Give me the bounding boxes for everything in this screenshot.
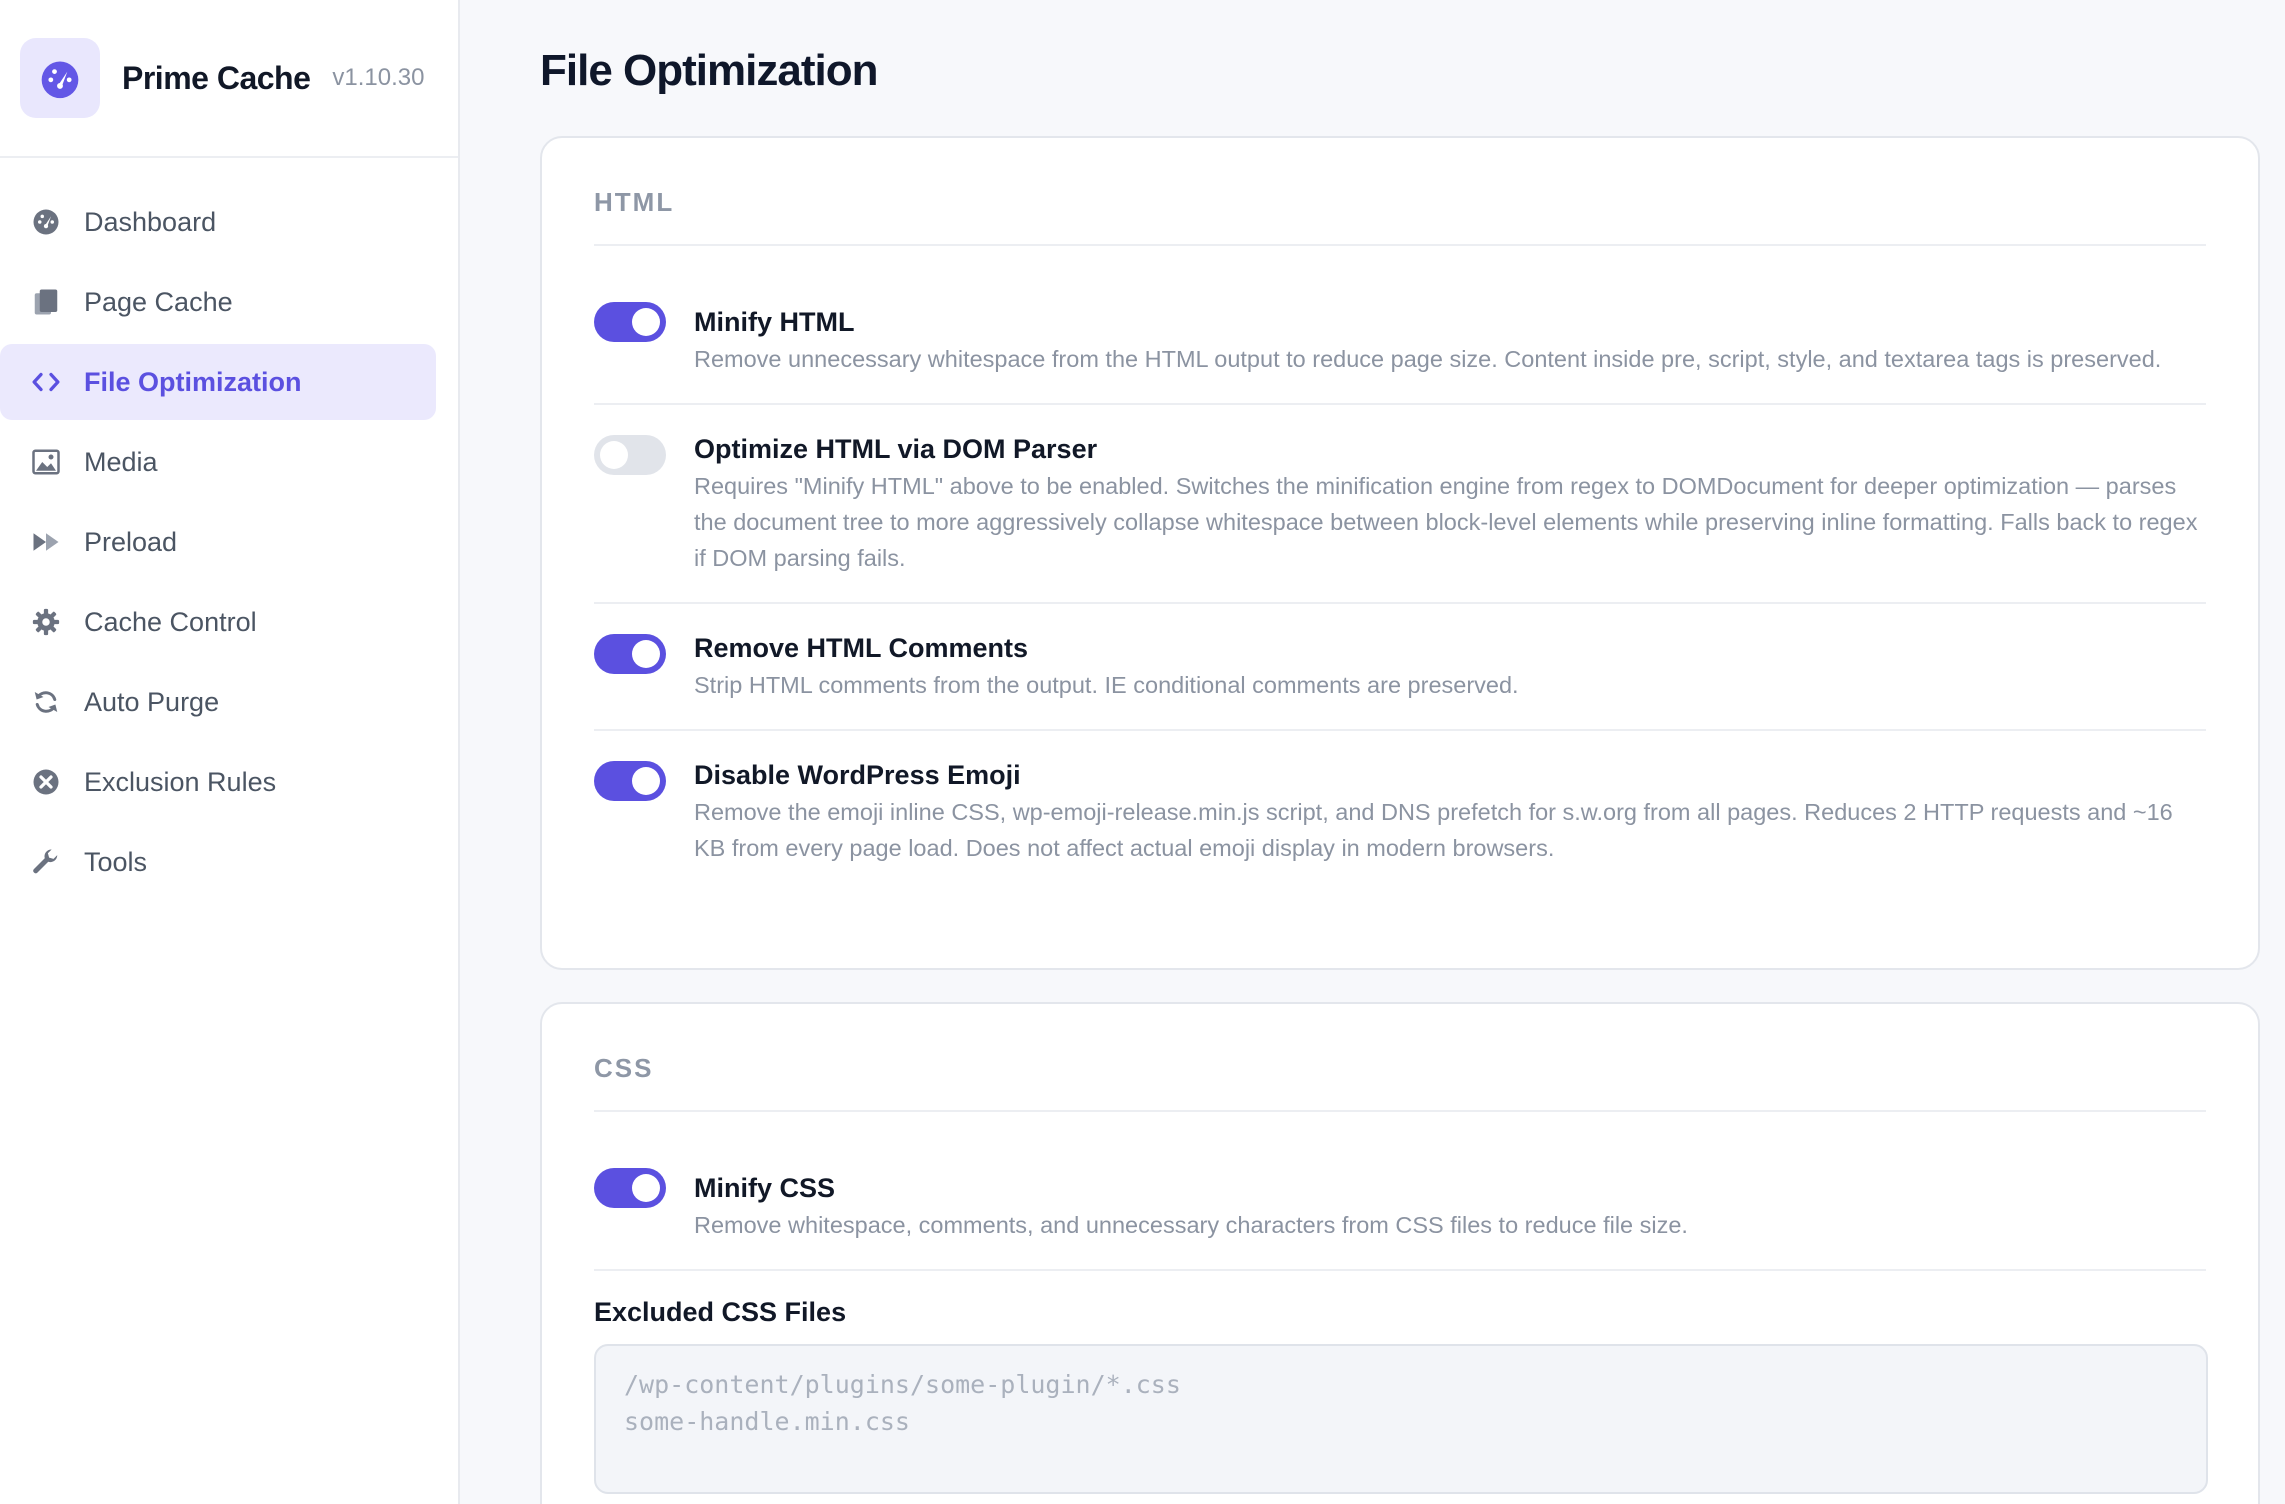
section-heading: HTML	[594, 138, 2206, 246]
sidebar-item-cache-control[interactable]: Cache Control	[0, 584, 436, 660]
sidebar-item-label: Dashboard	[84, 206, 217, 237]
setting-remove-comments: Remove HTML Comments Strip HTML comments…	[594, 604, 2206, 731]
sidebar-item-preload[interactable]: Preload	[0, 504, 436, 580]
setting-title: Minify CSS	[694, 1173, 836, 1203]
setting-title: Disable WordPress Emoji	[694, 760, 1021, 790]
sidebar: Prime Cache v1.10.30 Dashboard Page Cach…	[0, 0, 460, 1504]
sidebar-item-media[interactable]: Media	[0, 424, 436, 500]
minify-css-toggle[interactable]	[594, 1168, 666, 1208]
sidebar-item-auto-purge[interactable]: Auto Purge	[0, 664, 436, 740]
setting-minify-html: Minify HTML Remove unnecessary whitespac…	[594, 246, 2206, 405]
setting-dom-parser: Optimize HTML via DOM Parser Requires "M…	[594, 405, 2206, 604]
dom-parser-toggle[interactable]	[594, 435, 666, 475]
gauge-icon[interactable]	[20, 38, 100, 118]
main-content: File Optimization HTML Minify HTML Remov…	[540, 0, 2260, 1504]
sidebar-nav: Dashboard Page Cache File Optimization M…	[0, 158, 458, 900]
image-icon	[30, 446, 62, 478]
setting-title: Remove HTML Comments	[694, 633, 1029, 663]
minify-html-toggle[interactable]	[594, 302, 666, 342]
code-icon	[30, 366, 62, 398]
sidebar-item-label: File Optimization	[84, 366, 302, 397]
setting-description: Remove whitespace, comments, and unneces…	[694, 1212, 1688, 1238]
setting-disable-emoji: Disable WordPress Emoji Remove the emoji…	[594, 731, 2206, 866]
section-heading: CSS	[594, 1004, 2206, 1112]
setting-minify-css: Minify CSS Remove whitespace, comments, …	[594, 1112, 2206, 1271]
sidebar-item-file-optimization[interactable]: File Optimization	[0, 344, 436, 420]
wrench-icon	[30, 846, 62, 878]
sidebar-item-label: Exclusion Rules	[84, 766, 277, 797]
sidebar-item-page-cache[interactable]: Page Cache	[0, 264, 436, 340]
setting-description: Remove the emoji inline CSS, wp-emoji-re…	[694, 799, 2173, 861]
page-title: File Optimization	[540, 46, 878, 95]
brand-header: Prime Cache v1.10.30	[0, 0, 458, 158]
sidebar-item-exclusion-rules[interactable]: Exclusion Rules	[0, 744, 436, 820]
setting-description: Strip HTML comments from the output. IE …	[694, 672, 1519, 698]
app-name: Prime Cache	[122, 59, 311, 96]
remove-comments-toggle[interactable]	[594, 634, 666, 674]
sidebar-item-label: Preload	[84, 526, 178, 557]
excluded-css-label: Excluded CSS Files	[594, 1297, 847, 1327]
x-circle-icon	[30, 766, 62, 798]
sidebar-item-label: Media	[84, 446, 158, 477]
excluded-css-textarea[interactable]: /wp-content/plugins/some-plugin/*.css so…	[594, 1344, 2208, 1494]
page-cache-icon	[30, 286, 62, 318]
sidebar-item-label: Auto Purge	[84, 686, 220, 717]
gear-icon	[30, 606, 62, 638]
sidebar-item-label: Cache Control	[84, 606, 257, 637]
sidebar-item-tools[interactable]: Tools	[0, 824, 436, 900]
sidebar-item-dashboard[interactable]: Dashboard	[0, 184, 436, 260]
setting-title: Optimize HTML via DOM Parser	[694, 434, 1098, 464]
setting-description: Requires "Minify HTML" above to be enabl…	[694, 473, 2198, 571]
app-version: v1.10.30	[332, 64, 425, 91]
disable-emoji-toggle[interactable]	[594, 761, 666, 801]
sidebar-item-label: Tools	[84, 846, 148, 877]
css-settings-card: CSS Minify CSS Remove whitespace, commen…	[540, 1002, 2260, 1504]
refresh-icon	[30, 686, 62, 718]
sidebar-item-label: Page Cache	[84, 286, 233, 317]
dashboard-icon	[30, 206, 62, 238]
fast-forward-icon	[30, 526, 62, 558]
html-settings-card: HTML Minify HTML Remove unnecessary whit…	[540, 136, 2260, 970]
setting-title: Minify HTML	[694, 307, 855, 337]
setting-description: Remove unnecessary whitespace from the H…	[694, 346, 2162, 372]
